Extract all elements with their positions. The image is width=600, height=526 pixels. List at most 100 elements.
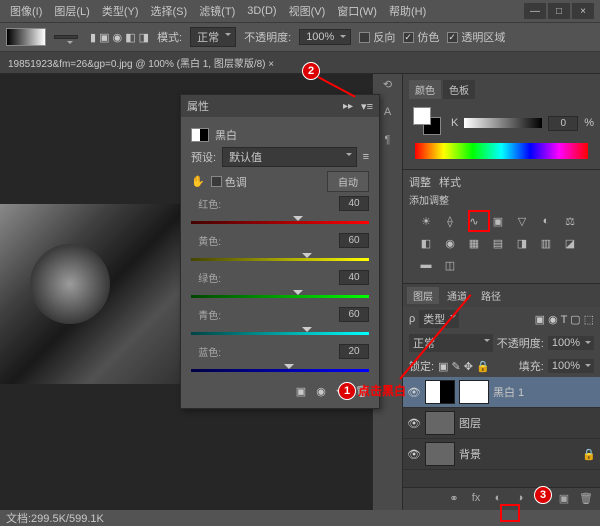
auto-button[interactable]: 自动 [327,171,369,192]
visibility-icon[interactable]: 👁 [407,448,421,461]
color-slider-2[interactable] [191,289,369,303]
layer-name: 图层 [459,415,481,431]
properties-tab[interactable]: 属性 [187,98,209,114]
dock-icon-history[interactable]: ⟲ [378,78,398,96]
color-slider-1[interactable] [191,252,369,266]
tab-adjustments[interactable]: 调整 [409,174,431,190]
adj-exposure-icon[interactable]: ▣ [489,215,507,231]
tab-layers[interactable]: 图层 [407,287,439,304]
layer-thumb [425,380,455,404]
link-layers-icon[interactable]: ⚭ [446,492,462,506]
clip-icon[interactable]: ▣ [296,385,306,398]
color-slider-4[interactable] [191,363,369,377]
slider-value-1[interactable]: 60 [339,233,369,248]
gradient-swatch[interactable] [6,28,46,46]
menu-view[interactable]: 视图(V) [285,1,330,21]
menu-window[interactable]: 窗口(W) [333,1,381,21]
dither-checkbox[interactable]: 仿色 [403,29,439,45]
red-highlight-box-2 [500,504,520,522]
red-highlight-box [468,210,490,232]
panel-menu-icon[interactable]: ▾≡ [361,100,373,113]
view-prev-icon[interactable]: ◉ [316,385,326,398]
delete-layer-icon[interactable]: 🗑 [578,492,594,506]
slider-label-4: 蓝色: [191,344,221,359]
preset-dropdown[interactable]: 默认值 [222,147,357,167]
reverse-checkbox[interactable]: 反向 [359,29,395,45]
tint-checkbox[interactable]: 色调 [211,174,247,190]
layer-name: 背景 [459,446,481,462]
adjustment-name: 黑白 [215,127,237,143]
adj-posterize-icon[interactable]: ▥ [537,237,555,253]
eyedropper-icon[interactable]: ✋ [191,175,205,188]
color-slider-3[interactable] [191,326,369,340]
layer-row-2[interactable]: 👁 背景 🔒 [403,439,600,470]
adj-lookup-icon[interactable]: ▤ [489,237,507,253]
preset-menu-icon[interactable]: ≡ [363,151,369,163]
maximize-button[interactable]: □ [548,3,570,19]
color-spectrum[interactable] [415,143,588,159]
adj-levels-icon[interactable]: ⟠ [441,215,459,231]
slider-value-3[interactable]: 60 [339,307,369,322]
mask-thumb [459,380,489,404]
layer-opacity-dropdown[interactable]: 100% [548,336,594,350]
slider-label-2: 绿色: [191,270,221,285]
tab-color[interactable]: 颜色 [409,80,441,99]
tab-swatches[interactable]: 色板 [443,80,475,99]
opacity-dropdown[interactable]: 100% [299,29,351,45]
adj-vibrance-icon[interactable]: ▽ [513,215,531,231]
blend-mode-dropdown[interactable]: 正常 [190,27,236,47]
menu-filter[interactable]: 滤镜(T) [195,1,239,21]
layer-fx-icon[interactable]: fx [468,492,484,506]
callout-3: 3 [534,486,552,504]
layer-row-1[interactable]: 👁 图层 [403,408,600,439]
opacity-label: 不透明度: [244,29,291,45]
layer-blend-dropdown[interactable]: 正常 [409,334,493,352]
k-slider[interactable] [464,118,542,128]
menu-layer[interactable]: 图层(L) [50,1,93,21]
callout-1: 1 [338,382,356,400]
fg-bg-swatch[interactable] [413,107,441,135]
transparency-checkbox[interactable]: 透明区域 [447,29,505,45]
properties-panel: 属性 ▸▸ ▾≡ 黑白 预设: 默认值 ≡ ✋ 色调 自动 红色:40 黄色:6… [180,94,380,409]
visibility-icon[interactable]: 👁 [407,386,421,399]
dock-icon-char[interactable]: A [378,106,398,124]
slider-value-4[interactable]: 20 [339,344,369,359]
dock-icon-para[interactable]: ¶ [378,134,398,152]
close-button[interactable]: × [572,3,594,19]
visibility-icon[interactable]: 👁 [407,417,421,430]
tab-styles[interactable]: 样式 [439,174,461,190]
adj-invert-icon[interactable]: ◨ [513,237,531,253]
options-bar: ▮ ▣ ◉ ◧ ◨ 模式: 正常 不透明度: 100% 反向 仿色 透明区域 [0,22,600,52]
document-tab[interactable]: 19851923&fm=26&gp=0.jpg @ 100% (黑白 1, 图层… [0,52,600,74]
lock-icon: 🔒 [582,448,596,461]
menu-type[interactable]: 类型(Y) [98,1,143,21]
adj-selective-icon[interactable]: ◫ [441,259,459,275]
menu-select[interactable]: 选择(S) [147,1,192,21]
adj-brightness-icon[interactable]: ☀ [417,215,435,231]
menu-help[interactable]: 帮助(H) [385,1,430,21]
gradient-type-dropdown[interactable] [54,35,78,39]
menu-image[interactable]: 图像(I) [6,1,46,21]
preset-label: 预设: [191,149,216,165]
layer-fill-dropdown[interactable]: 100% [548,359,594,373]
panel-collapse-icon[interactable]: ▸▸ [341,101,355,112]
adj-balance-icon[interactable]: ⚖ [561,215,579,231]
tab-paths[interactable]: 路径 [475,287,507,304]
minimize-button[interactable]: — [524,3,546,19]
adj-gradient-map-icon[interactable]: ▬ [417,259,435,275]
slider-value-0[interactable]: 40 [339,196,369,211]
adj-mixer-icon[interactable]: ▦ [465,237,483,253]
layers-panel: 图层 通道 路径 ρ 类型 ▣ ◉ T ▢ ⬚ 正常 不透明度: 100% 锁定… [403,283,600,510]
adj-threshold-icon[interactable]: ◪ [561,237,579,253]
right-panels: 颜色 色板 K 0 % 调整 样式 添加调整 ☀ ⟠ [402,74,600,510]
adj-photo-filter-icon[interactable]: ◉ [441,237,459,253]
menu-3d[interactable]: 3D(D) [243,3,280,19]
layer-row-0[interactable]: 👁 黑白 1 [403,377,600,408]
adj-hue-icon[interactable]: ◐ [537,215,555,231]
color-slider-0[interactable] [191,215,369,229]
layer-list: 👁 黑白 1 👁 图层 👁 背景 🔒 [403,377,600,487]
k-value[interactable]: 0 [548,116,578,131]
new-layer-icon[interactable]: ▣ [556,492,572,506]
slider-value-2[interactable]: 40 [339,270,369,285]
adj-bw-icon[interactable]: ◧ [417,237,435,253]
